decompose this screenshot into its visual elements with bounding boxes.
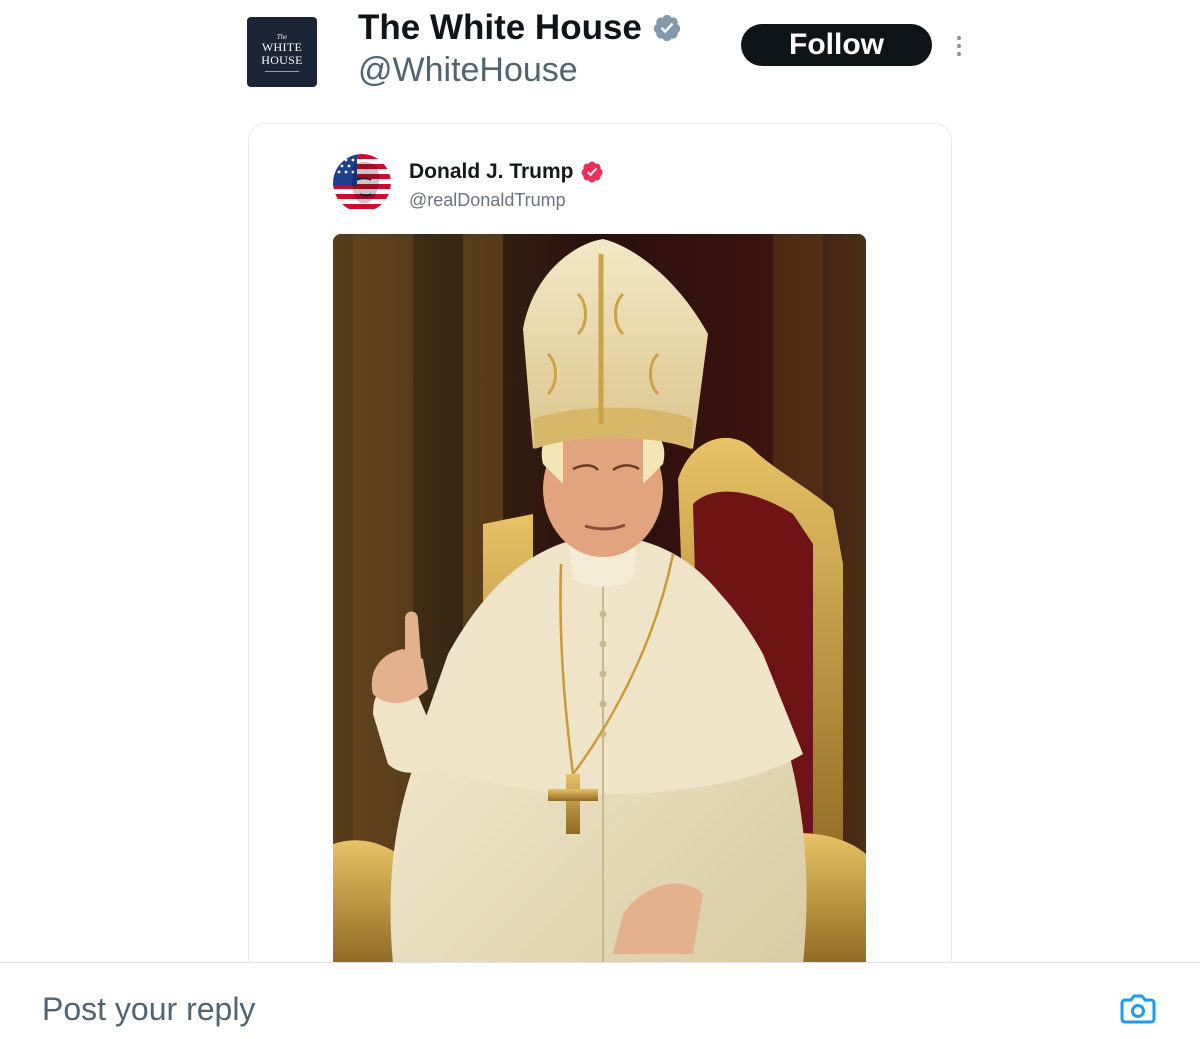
embed-author-handle[interactable]: @realDonaldTrump bbox=[409, 188, 566, 212]
camera-icon[interactable] bbox=[1120, 992, 1156, 1024]
more-dot bbox=[957, 36, 961, 40]
verified-badge-icon bbox=[581, 161, 603, 183]
embed-author-name[interactable]: Donald J. Trump bbox=[409, 158, 604, 186]
more-vertical-icon[interactable] bbox=[948, 30, 970, 62]
verified-badge-icon bbox=[653, 14, 681, 42]
account-name-text: The White House bbox=[358, 8, 642, 47]
avatar-text-the: The bbox=[276, 32, 288, 41]
flag-portrait-icon bbox=[333, 154, 391, 212]
avatar-divider bbox=[265, 70, 299, 72]
follow-button[interactable]: Follow bbox=[741, 24, 932, 66]
reply-input[interactable]: Post your reply bbox=[42, 989, 255, 1029]
reply-bar: Post your reply bbox=[0, 962, 1200, 1039]
avatar-text-white: WHITE bbox=[261, 39, 303, 54]
account-name[interactable]: The White House bbox=[358, 8, 682, 48]
trump-avatar[interactable] bbox=[333, 154, 391, 212]
embed-author-name-text: Donald J. Trump bbox=[409, 160, 574, 183]
post-header: The WHITE HOUSE The White House @WhiteHo… bbox=[0, 0, 1200, 110]
embedded-post-image[interactable] bbox=[333, 234, 866, 964]
more-dot bbox=[957, 52, 961, 56]
more-dot bbox=[957, 44, 961, 48]
pope-portrait-illustration bbox=[333, 234, 866, 964]
whitehouse-avatar[interactable]: The WHITE HOUSE bbox=[247, 17, 317, 87]
avatar-text-house: HOUSE bbox=[261, 52, 303, 67]
account-handle[interactable]: @WhiteHouse bbox=[358, 50, 578, 90]
